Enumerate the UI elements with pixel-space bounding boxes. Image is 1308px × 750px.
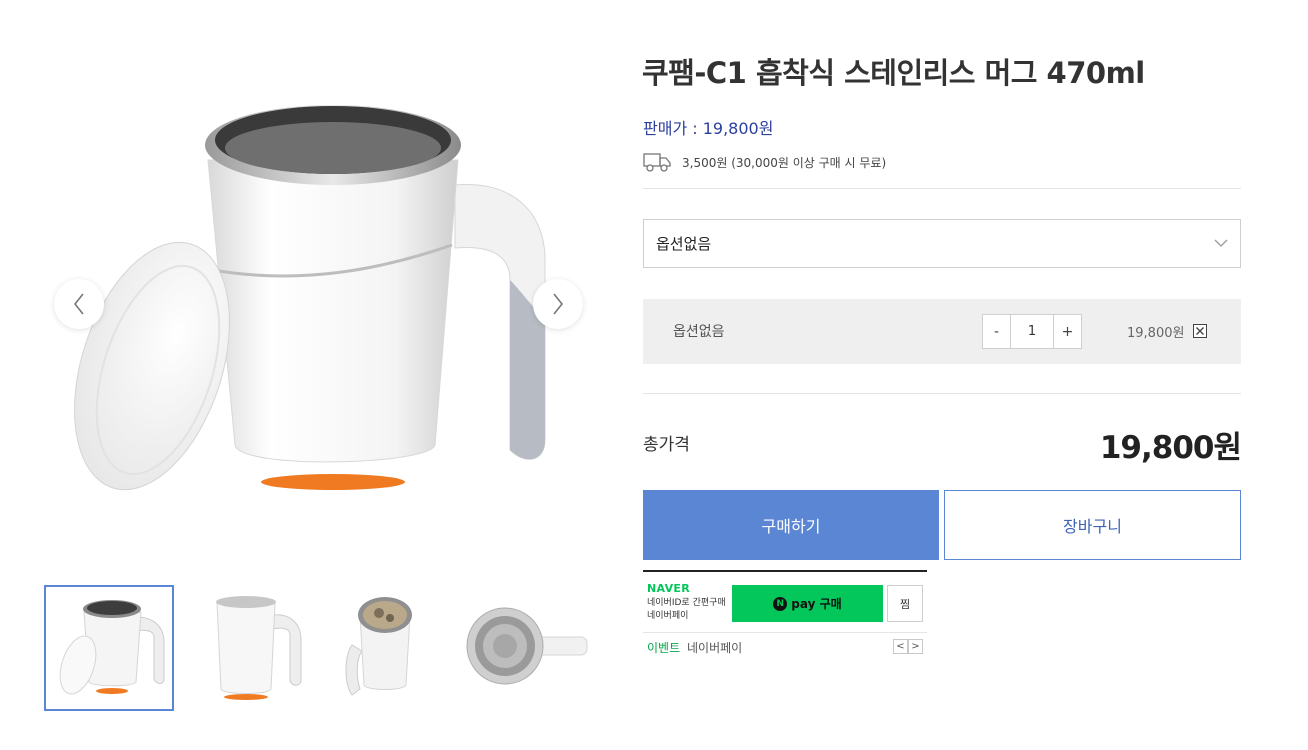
mug-with-closed-lid-thumbnail [216, 596, 302, 700]
mug-image [74, 105, 546, 491]
event-navigation: < > [893, 639, 923, 654]
total-price-value: 19,800원 [1099, 430, 1242, 466]
selected-option-name: 옵션없음 [673, 324, 725, 340]
thumbnail-2[interactable] [187, 585, 317, 711]
option-select-value: 옵션없음 [656, 235, 712, 253]
selected-option-price: 19,800원 [1127, 326, 1185, 341]
delivery-truck-icon [643, 153, 671, 172]
main-product-image [40, 70, 600, 540]
thumbnail-4[interactable] [465, 585, 595, 711]
remove-option-icon[interactable] [1193, 324, 1207, 338]
mug-bottom-view-thumbnail [466, 607, 588, 685]
naver-pay-description: 네이버ID로 간편구매 네이버페이 [647, 598, 726, 621]
thumbnail-strip [44, 585, 600, 711]
thumbnail-3[interactable] [334, 585, 464, 711]
product-title: 쿠팸-C1 흡착식 스테인리스 머그 470ml [642, 56, 1145, 90]
naver-pay-buy-button[interactable]: N pay 구매 [732, 585, 883, 622]
option-select[interactable]: 옵션없음 [643, 219, 1241, 268]
shipping-info: 3,500원 (30,000원 이상 구매 시 무료) [643, 150, 886, 174]
naver-logo: NAVER [647, 582, 690, 595]
add-to-cart-button[interactable]: 장바구니 [944, 490, 1241, 560]
gallery-prev-button[interactable] [54, 279, 104, 329]
buy-now-button[interactable]: 구매하기 [643, 490, 939, 560]
quantity-stepper: - 1 + [982, 314, 1082, 349]
total-price-label: 총가격 [643, 435, 690, 455]
event-next-button[interactable]: > [908, 639, 923, 654]
quantity-increase-button[interactable]: + [1054, 315, 1081, 348]
gallery-next-button[interactable] [533, 279, 583, 329]
selected-option-row: 옵션없음 - 1 + 19,800원 [643, 299, 1241, 364]
naver-pay-widget: NAVER 네이버ID로 간편구매 네이버페이 N pay 구매 찜 이벤트 네… [643, 570, 927, 658]
divider [643, 188, 1241, 189]
chevron-right-icon [553, 293, 564, 315]
quantity-decrease-button[interactable]: - [983, 315, 1010, 348]
event-text[interactable]: 네이버페이 [687, 639, 742, 656]
naver-wishlist-button[interactable]: 찜 [887, 585, 923, 622]
quantity-input[interactable]: 1 [1010, 315, 1054, 348]
naver-pay-buy-label: pay 구매 [791, 597, 842, 611]
mug-top-view-thumbnail [345, 597, 412, 696]
shipping-fee-text: 3,500원 (30,000원 이상 구매 시 무료) [682, 155, 887, 170]
chevron-left-icon [73, 293, 84, 315]
divider [643, 393, 1241, 394]
sale-price: 판매가 : 19,800원 [643, 119, 774, 138]
event-label: 이벤트 [647, 641, 681, 655]
event-prev-button[interactable]: < [893, 639, 908, 654]
mug-with-lid-thumbnail [59, 600, 165, 695]
chevron-down-icon [1214, 239, 1228, 247]
divider [643, 632, 927, 633]
naver-n-icon: N [773, 596, 788, 611]
thumbnail-1[interactable] [44, 585, 174, 711]
